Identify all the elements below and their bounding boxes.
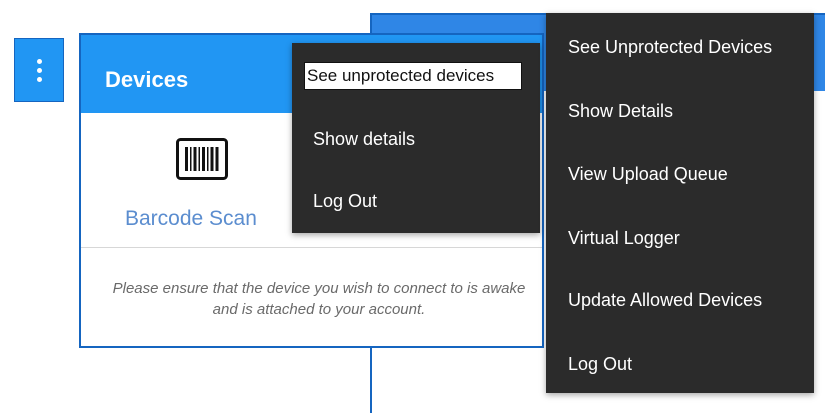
- menu-item-log-out[interactable]: Log Out: [313, 191, 377, 212]
- divider: [81, 247, 542, 248]
- barcode-icon[interactable]: [176, 138, 228, 185]
- menu-item-virtual-logger[interactable]: Virtual Logger: [568, 228, 680, 249]
- menu-item-view-upload-queue[interactable]: View Upload Queue: [568, 164, 728, 185]
- page-title: Devices: [105, 67, 189, 92]
- menu-item-log-out[interactable]: Log Out: [568, 354, 632, 375]
- menu-item-update-allowed-devices[interactable]: Update Allowed Devices: [568, 290, 762, 311]
- overflow-menu-small: See unprotected devices Show details Log…: [292, 43, 540, 233]
- menu-item-show-details[interactable]: Show details: [313, 129, 415, 150]
- more-options-button[interactable]: [14, 38, 64, 102]
- barcode-scan-label[interactable]: Barcode Scan: [125, 207, 275, 231]
- connection-note: Please ensure that the device you wish t…: [112, 280, 526, 318]
- more-vertical-icon-dot: [36, 76, 42, 82]
- more-vertical-icon-dot: [36, 67, 42, 73]
- more-vertical-icon: [36, 58, 42, 64]
- menu-item-show-details[interactable]: Show Details: [568, 101, 673, 122]
- overflow-menu-large: See Unprotected Devices Show Details Vie…: [546, 13, 814, 393]
- menu-item-see-unprotected-devices[interactable]: See Unprotected Devices: [568, 37, 772, 58]
- menu-item-see-unprotected-devices[interactable]: See unprotected devices: [304, 62, 522, 90]
